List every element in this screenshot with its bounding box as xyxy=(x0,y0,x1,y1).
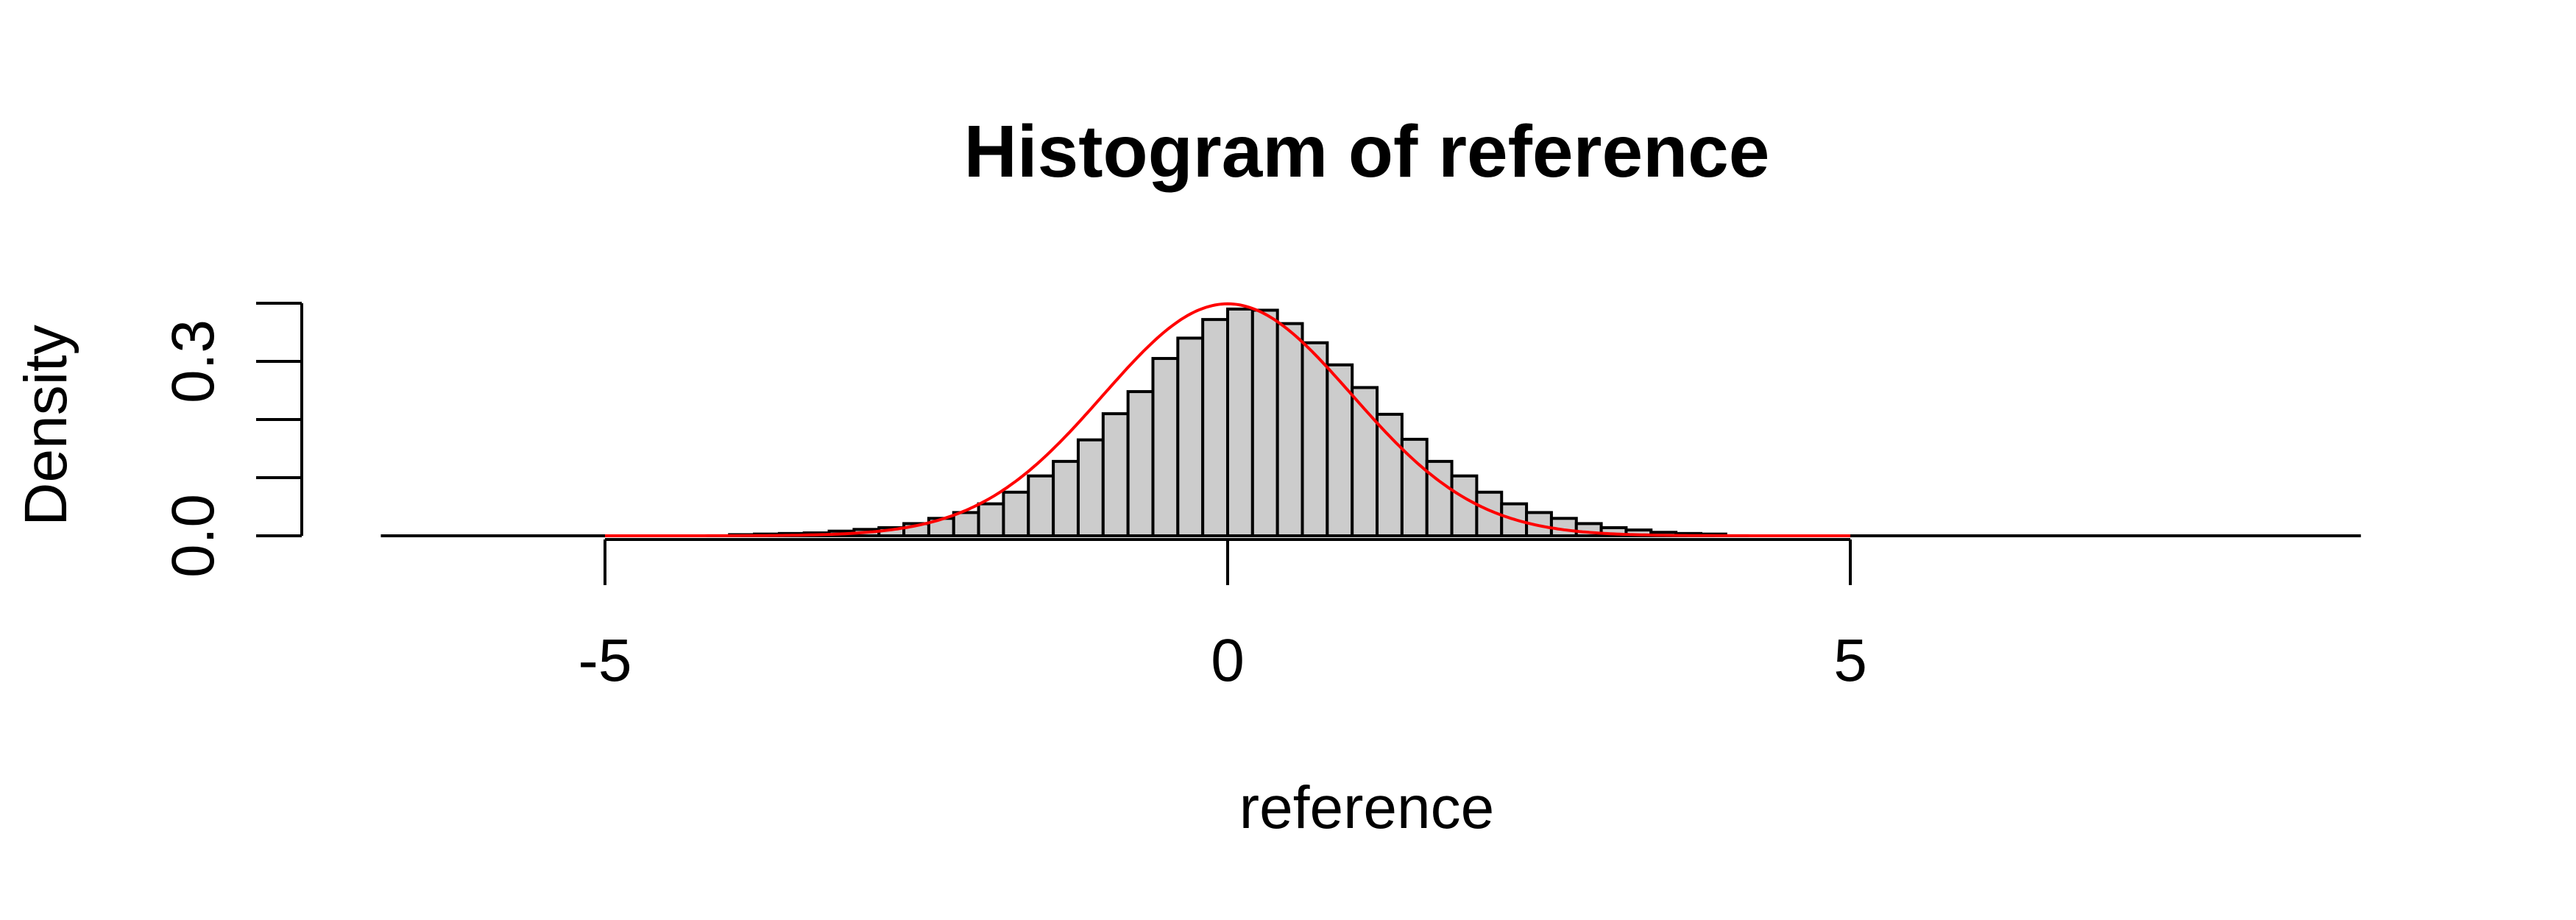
histogram-bar xyxy=(952,511,980,538)
y-tick-label: 0.0 xyxy=(160,494,227,578)
y-axis: 0.0 0.3 xyxy=(160,302,303,578)
histogram-bar xyxy=(1126,390,1155,538)
x-tick-label: -5 xyxy=(578,627,632,694)
histogram-bar xyxy=(1250,308,1279,537)
histogram-bar xyxy=(1101,412,1130,537)
histogram-bars xyxy=(381,307,2361,538)
histogram-bar xyxy=(1450,474,1479,538)
x-axis-label: reference xyxy=(1239,774,1494,841)
histogram-bar xyxy=(1027,474,1055,538)
histogram-chart: Histogram of reference 0.0 0.3 -5 0 5 refer… xyxy=(13,110,2361,841)
histogram-bar xyxy=(977,502,1005,537)
histogram-bar xyxy=(1002,490,1030,537)
histogram-bar xyxy=(1226,307,1254,537)
y-tick-label: 0.3 xyxy=(160,319,227,403)
histogram-bar xyxy=(1151,357,1180,537)
histogram-bar xyxy=(1052,459,1080,538)
histogram-bar xyxy=(1201,318,1230,537)
histogram-bar xyxy=(1376,412,1404,538)
x-axis: -5 0 5 xyxy=(578,538,1867,694)
y-axis-label: Density xyxy=(13,325,79,526)
histogram-bar xyxy=(1275,322,1304,537)
x-tick-label: 0 xyxy=(1211,627,1245,694)
histogram-bar xyxy=(1176,336,1205,537)
histogram-bar xyxy=(1301,341,1329,537)
x-tick-label: 5 xyxy=(1833,627,1867,694)
histogram-bar xyxy=(1076,438,1105,538)
chart-title: Histogram of reference xyxy=(964,110,1770,193)
